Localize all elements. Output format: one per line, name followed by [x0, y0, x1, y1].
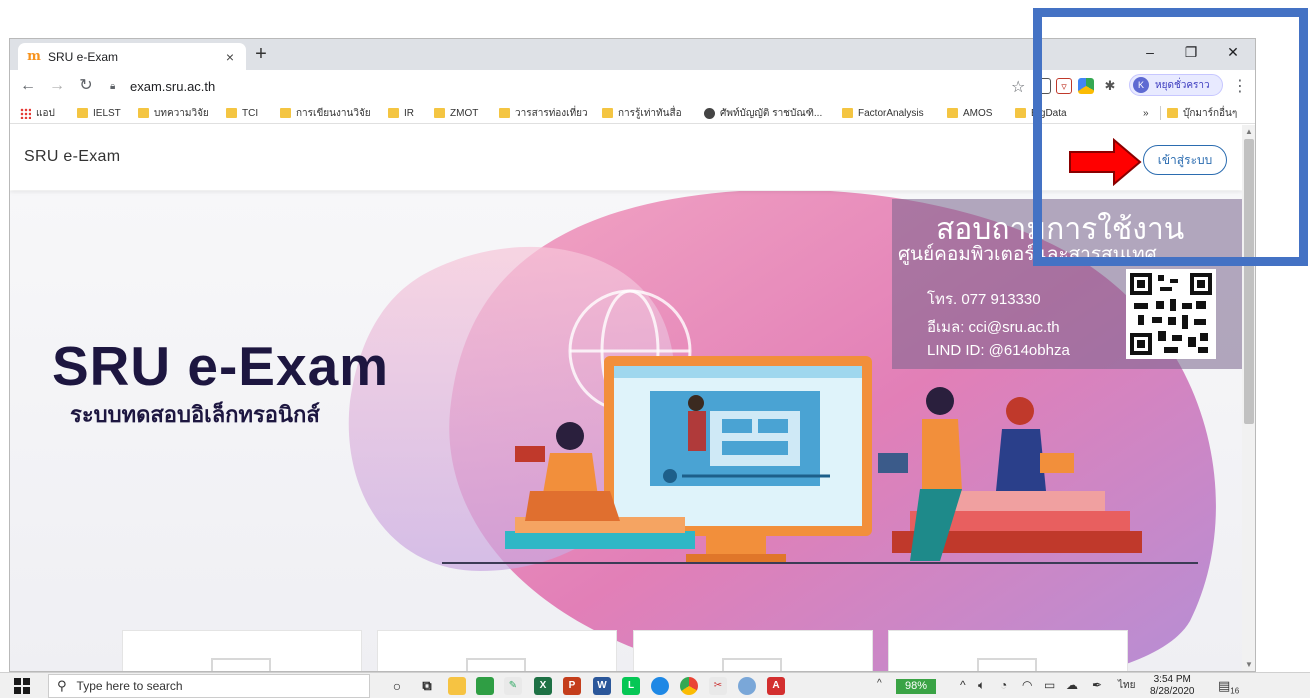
- language-indicator[interactable]: ไทย: [1118, 678, 1135, 693]
- show-hidden-icons[interactable]: ^: [960, 678, 966, 692]
- card-image: [211, 658, 271, 671]
- bookmark-tci[interactable]: TCI: [226, 106, 258, 120]
- red-arrow-icon: [1069, 138, 1142, 186]
- notification-icon[interactable]: ▤16: [1218, 678, 1239, 696]
- book-stack-left: [505, 531, 695, 549]
- contact-line-id: LIND ID: @614obhza: [927, 342, 1070, 359]
- windows-taskbar: ⚲ Type here to search ○ ⧉ ✎ X P W L ✂ A …: [0, 672, 1310, 698]
- search-icon: ⚲: [57, 678, 67, 693]
- bookmark-zmot[interactable]: ZMOT: [434, 106, 478, 120]
- folder-icon: [1015, 108, 1026, 118]
- bookmark-factor-analysis[interactable]: FactorAnalysis: [842, 106, 924, 120]
- card-image: [977, 658, 1037, 671]
- bookmark-star-icon[interactable]: ☆: [1011, 77, 1025, 97]
- network-icon[interactable]: ◔: [1000, 678, 1007, 692]
- folder-icon: [138, 108, 149, 118]
- qr-code-icon: [1126, 269, 1216, 359]
- new-tab-button[interactable]: +: [250, 44, 272, 66]
- address-bar[interactable]: 🔒︎ exam.sru.ac.th: [110, 75, 1040, 97]
- bookmark-tourism-journal[interactable]: วารสารท่องเที่ยว: [499, 106, 588, 120]
- screenshot: m SRU e-Exam × + – ❐ ✕ ← → ↻ 🔒︎ exam.sru…: [0, 0, 1310, 698]
- clock-time: 3:54 PM: [1153, 674, 1191, 685]
- card-image: [466, 658, 526, 671]
- url-text: exam.sru.ac.th: [130, 78, 216, 94]
- clock-date: 8/28/2020: [1150, 686, 1195, 697]
- folder-icon: [602, 108, 613, 118]
- bookmark-royal-dictionary[interactable]: ศัพท์บัญญัติ ราชบัณฑิ...: [704, 106, 822, 120]
- chrome-icon[interactable]: [680, 677, 698, 695]
- globe-icon: [704, 107, 715, 119]
- moodle-favicon-icon: m: [27, 49, 41, 64]
- site-title[interactable]: SRU e-Exam: [24, 148, 120, 166]
- excel-icon[interactable]: X: [534, 677, 552, 695]
- word-icon[interactable]: W: [593, 677, 611, 695]
- course-card[interactable]: [888, 630, 1128, 671]
- annotation-highlight-box: [1033, 8, 1308, 266]
- file-explorer-icon[interactable]: [448, 677, 466, 695]
- acrobat-icon[interactable]: A: [767, 677, 785, 695]
- lock-icon: 🔒︎: [110, 80, 116, 92]
- folder-icon: [499, 108, 510, 118]
- zoom-app-icon[interactable]: [738, 677, 756, 695]
- tab-title: SRU e-Exam: [48, 49, 119, 64]
- bookmark-ir[interactable]: IR: [388, 106, 414, 120]
- apps-grid-icon: [20, 107, 31, 119]
- tab-close-icon[interactable]: ×: [222, 49, 238, 65]
- notification-count: 16: [1230, 686, 1240, 696]
- pen-icon[interactable]: ✒: [1092, 678, 1102, 692]
- line-app-icon[interactable]: L: [622, 677, 640, 695]
- folder-icon: [280, 108, 291, 118]
- snipping-tool-icon[interactable]: ✂: [709, 677, 727, 695]
- hero-title: SRU e-Exam: [52, 335, 390, 397]
- bookmark-amos[interactable]: AMOS: [947, 106, 992, 120]
- bookmark-apps[interactable]: แอป: [20, 106, 55, 120]
- onedrive-icon[interactable]: ☁: [1066, 678, 1078, 692]
- folder-icon: [77, 108, 88, 118]
- folder-icon: [388, 108, 399, 118]
- folder-icon: [842, 108, 853, 118]
- forward-arrow-icon[interactable]: →: [47, 76, 67, 96]
- powerpoint-icon[interactable]: P: [563, 677, 581, 695]
- folder-icon: [434, 108, 445, 118]
- card-image: [722, 658, 782, 671]
- reload-icon[interactable]: ↻: [76, 76, 96, 96]
- course-card[interactable]: [633, 630, 873, 671]
- bookmark-media-literacy[interactable]: การรู้เท่าทันสื่อ: [602, 106, 682, 120]
- contact-email: อีเมล: cci@sru.ac.th: [927, 319, 1060, 336]
- tray-expand-icon[interactable]: ^: [877, 678, 882, 689]
- back-arrow-icon[interactable]: ←: [18, 76, 38, 96]
- taskbar-clock[interactable]: 3:54 PM 8/28/2020: [1150, 674, 1195, 698]
- hero-subtitle: ระบบทดสอบอิเล็กทรอนิกส์: [70, 402, 320, 427]
- windows-start-icon[interactable]: [14, 678, 30, 694]
- cortana-icon[interactable]: ○: [388, 677, 406, 695]
- taskbar-search-input[interactable]: ⚲ Type here to search: [48, 674, 370, 698]
- wifi-icon[interactable]: ◠: [1022, 678, 1032, 692]
- folder-icon: [947, 108, 958, 118]
- app-icon[interactable]: [476, 677, 494, 695]
- battery-icon[interactable]: ▭: [1044, 678, 1055, 692]
- volume-icon[interactable]: 🔈︎: [978, 678, 985, 693]
- cloud-app-icon[interactable]: [651, 677, 669, 695]
- task-view-icon[interactable]: ⧉: [418, 677, 436, 695]
- folder-icon: [226, 108, 237, 118]
- contact-phone: โทร. 077 913330: [927, 291, 1041, 308]
- tab-sru-exam[interactable]: m SRU e-Exam ×: [18, 43, 246, 70]
- course-card[interactable]: [377, 630, 617, 671]
- search-placeholder: Type here to search: [76, 679, 183, 693]
- bookmark-research-articles[interactable]: บทความวิจัย: [138, 106, 209, 120]
- scroll-down-icon[interactable]: ▼: [1245, 660, 1253, 669]
- bookmark-research-writing[interactable]: การเขียนงานวิจัย: [280, 106, 371, 120]
- course-card[interactable]: [122, 630, 362, 671]
- paint-icon[interactable]: ✎: [504, 677, 522, 695]
- bookmark-ielst[interactable]: IELST: [77, 106, 121, 120]
- battery-badge[interactable]: 98%: [896, 679, 936, 694]
